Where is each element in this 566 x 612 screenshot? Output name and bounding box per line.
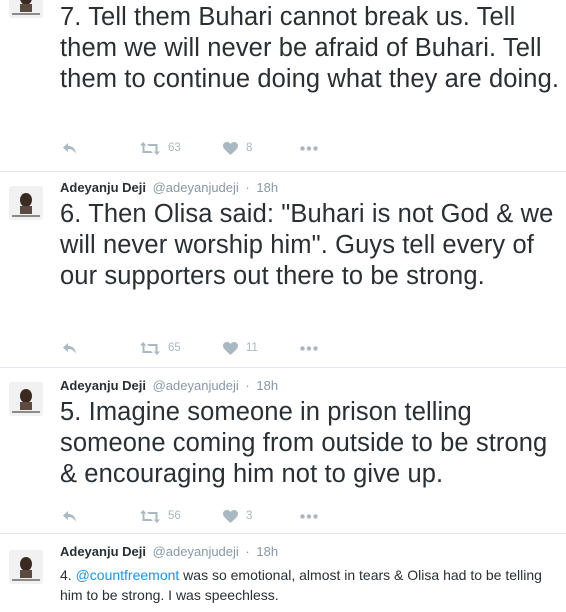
author-handle[interactable]: @adeyanjudeji: [153, 544, 239, 559]
separator: ·: [245, 378, 250, 393]
avatar[interactable]: [9, 550, 43, 584]
more-dots-icon: [300, 145, 318, 151]
retweet-button[interactable]: 63: [140, 138, 181, 158]
reply-button[interactable]: [62, 138, 77, 158]
mention-link[interactable]: @countfreemont: [76, 567, 180, 583]
retweet-icon: [140, 141, 160, 155]
retweet-count: 56: [168, 510, 181, 522]
more-button[interactable]: [300, 506, 318, 526]
avatar[interactable]: [9, 186, 43, 220]
timestamp[interactable]: 18h: [256, 180, 278, 195]
reply-icon: [62, 510, 77, 523]
retweet-button[interactable]: 65: [140, 338, 181, 358]
like-button[interactable]: 11: [223, 338, 258, 358]
tweet[interactable]: Adeyanju Deji @adeyanjudeji · 18h 5. Ima…: [0, 368, 566, 534]
like-count: 11: [246, 342, 258, 354]
avatar[interactable]: [9, 0, 43, 18]
tweet[interactable]: 7. Tell them Buhari cannot break us. Tel…: [0, 0, 566, 172]
tweet-text: 7. Tell them Buhari cannot break us. Tel…: [60, 3, 560, 93]
author-name[interactable]: Adeyanju Deji: [60, 544, 146, 559]
like-button[interactable]: 8: [223, 138, 252, 158]
reply-button[interactable]: [62, 338, 77, 358]
more-dots-icon: [300, 345, 318, 351]
like-count: 8: [246, 142, 253, 154]
heart-icon: [223, 341, 238, 355]
author-name[interactable]: Adeyanju Deji: [60, 378, 146, 393]
tweet[interactable]: Adeyanju Deji @adeyanjudeji · 18h 6. The…: [0, 172, 566, 368]
tweet-text-prefix: 4.: [60, 567, 76, 583]
separator: ·: [245, 544, 250, 559]
reply-icon: [62, 142, 77, 155]
retweet-icon: [140, 341, 160, 355]
author-name[interactable]: Adeyanju Deji: [60, 180, 146, 195]
retweet-count: 65: [168, 342, 181, 354]
more-button[interactable]: [300, 338, 318, 358]
reply-icon: [62, 342, 77, 355]
retweet-count: 63: [168, 142, 181, 154]
author-handle[interactable]: @adeyanjudeji: [153, 180, 239, 195]
retweet-icon: [140, 509, 160, 523]
tweet-text: 6. Then Olisa said: "Buhari is not God &…: [60, 200, 554, 290]
tweet-text: 4. @countfreemont was so emotional, almo…: [60, 565, 560, 605]
timestamp[interactable]: 18h: [256, 378, 278, 393]
more-button[interactable]: [300, 138, 318, 158]
like-button[interactable]: 3: [223, 506, 252, 526]
more-dots-icon: [300, 513, 318, 519]
like-count: 3: [246, 510, 253, 522]
author-handle[interactable]: @adeyanjudeji: [153, 378, 239, 393]
tweet-text: 5. Imagine someone in prison telling som…: [60, 398, 548, 488]
avatar[interactable]: [9, 382, 43, 416]
retweet-button[interactable]: 56: [140, 506, 181, 526]
reply-button[interactable]: [62, 506, 77, 526]
tweet[interactable]: Adeyanju Deji @adeyanjudeji · 18h 4. @co…: [0, 534, 566, 612]
timestamp[interactable]: 18h: [256, 544, 278, 559]
heart-icon: [223, 509, 238, 523]
separator: ·: [245, 180, 250, 195]
heart-icon: [223, 141, 238, 155]
